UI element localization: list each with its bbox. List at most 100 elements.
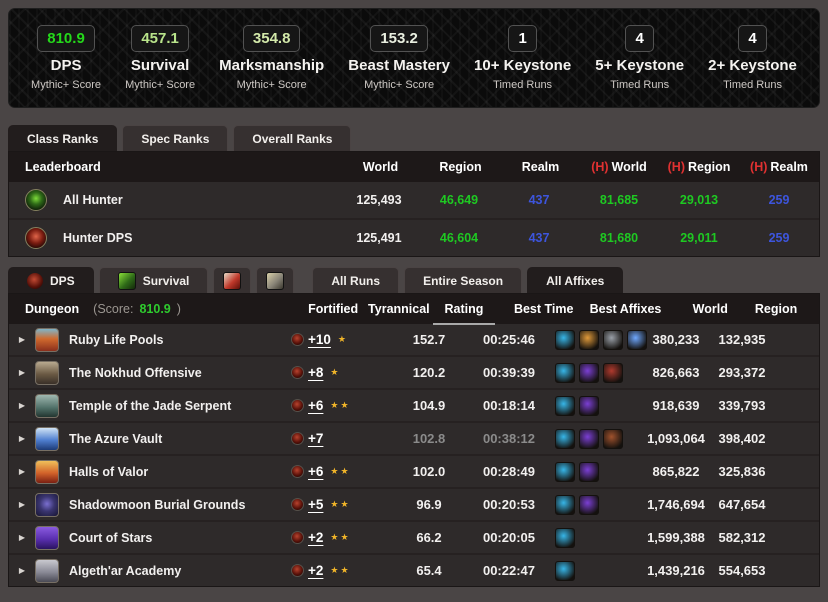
stat-label: Beast Mastery	[348, 57, 450, 74]
fortified-affix-icon	[555, 363, 575, 383]
dungeon-row-halls-of-valor[interactable]: ▶ Halls of Valor +6★★ 102.0 00:28:49 865…	[9, 456, 819, 487]
expand-arrow-icon[interactable]: ▶	[9, 500, 35, 509]
tab-label: All Affixes	[546, 274, 604, 288]
score-value: 4	[635, 30, 643, 47]
dungeon-thumbnail	[35, 460, 59, 484]
dps-role-icon	[291, 432, 304, 445]
stat-label: 5+ Keystone	[595, 57, 684, 74]
score-box: 4	[625, 25, 653, 52]
score-value: 1	[518, 30, 526, 47]
rank-name-cell: All Hunter	[9, 189, 339, 211]
dungeon-row-temple-jade-serpent[interactable]: ▶ Temple of the Jade Serpent +6★★ 104.9 …	[9, 390, 819, 421]
dungeon-row-azure-vault[interactable]: ▶ The Azure Vault +7 102.8 00:38:12 1,09…	[9, 423, 819, 454]
best-affixes-cell	[553, 363, 641, 383]
dungeon-row-shadowmoon-burial-grounds[interactable]: ▶ Shadowmoon Burial Grounds +5★★ 96.9 00…	[9, 489, 819, 520]
stat-label: 10+ Keystone	[474, 57, 571, 74]
col-tyrannical[interactable]: Tyrannical	[368, 302, 428, 316]
tab-overall-ranks[interactable]: Overall Ranks	[233, 125, 351, 151]
dungeon-thumbnail	[35, 559, 59, 583]
dungeon-row-nokhud-offensive[interactable]: ▶ The Nokhud Offensive +8★ 120.2 00:39:3…	[9, 357, 819, 388]
expand-arrow-icon[interactable]: ▶	[9, 401, 35, 410]
best-affixes-cell	[553, 528, 641, 548]
h-realm-rank: 259	[739, 193, 819, 207]
keystone-level: +10	[308, 332, 331, 347]
stat-sublabel: Timed Runs	[723, 79, 782, 91]
expand-arrow-icon[interactable]: ▶	[9, 368, 35, 377]
affix-icon	[579, 495, 599, 515]
h-region-rank: 29,011	[659, 231, 739, 245]
horde-prefix: (H)	[591, 160, 608, 174]
tab-spec-beast-mastery[interactable]	[256, 267, 294, 293]
upgrade-stars: ★★	[330, 565, 350, 576]
world-rank: 918,639	[641, 398, 711, 413]
expand-arrow-icon[interactable]: ▶	[9, 434, 35, 443]
tab-label: Entire Season	[423, 274, 503, 288]
col-label: Realm	[522, 160, 560, 174]
marksmanship-spec-icon	[223, 272, 241, 290]
dps-role-icon	[25, 227, 47, 249]
rank-name: Hunter DPS	[63, 231, 132, 245]
region-rank: 293,372	[711, 365, 773, 380]
expand-arrow-icon[interactable]: ▶	[9, 566, 35, 575]
tab-spec-survival[interactable]: Survival	[99, 267, 209, 293]
ranks-section: Class Ranks Spec Ranks Overall Ranks Lea…	[8, 125, 820, 257]
page: 810.9 DPS Mythic+ Score 457.1 Survival M…	[0, 0, 828, 595]
tab-spec-dps[interactable]: DPS	[8, 267, 94, 293]
col-world[interactable]: World	[675, 302, 745, 316]
score-close: )	[177, 302, 181, 316]
fortified-affix-icon	[555, 396, 575, 416]
dungeon-name: Algeth'ar Academy	[69, 564, 263, 578]
keystone-cell: +6★★	[263, 464, 393, 479]
dungeon-name: The Nokhud Offensive	[69, 366, 263, 380]
dungeon-row-algethar-academy[interactable]: ▶ Algeth'ar Academy +2★★ 65.4 00:22:47 1…	[9, 555, 819, 586]
keystone-level: +8	[308, 365, 323, 380]
dungeon-name: The Azure Vault	[69, 432, 263, 446]
realm-rank: 437	[499, 193, 579, 207]
col-realm: Realm	[499, 160, 579, 174]
tab-all-runs[interactable]: All Runs	[312, 267, 399, 293]
col-rating[interactable]: Rating	[428, 302, 500, 316]
world-rank: 380,233	[641, 332, 711, 347]
rating-value: 96.9	[393, 497, 465, 512]
keystone-level: +2	[308, 563, 323, 578]
dungeon-row-court-of-stars[interactable]: ▶ Court of Stars +2★★ 66.2 00:20:05 1,59…	[9, 522, 819, 553]
dungeon-name: Ruby Life Pools	[69, 333, 263, 347]
rating-value: 65.4	[393, 563, 465, 578]
region-rank: 325,836	[711, 464, 773, 479]
world-rank: 1,746,694	[641, 497, 711, 512]
stat-label: Survival	[131, 57, 189, 74]
col-best-time[interactable]: Best Time	[500, 302, 588, 316]
col-label: World	[612, 160, 647, 174]
expand-arrow-icon[interactable]: ▶	[9, 335, 35, 344]
rank-name: All Hunter	[63, 193, 123, 207]
col-fortified[interactable]: Fortified	[298, 302, 368, 316]
dungeon-thumbnail	[35, 328, 59, 352]
dps-role-icon	[291, 564, 304, 577]
region-rank: 46,649	[419, 193, 499, 207]
h-world-rank: 81,685	[579, 193, 659, 207]
tab-class-ranks[interactable]: Class Ranks	[8, 125, 117, 151]
h-world-rank: 81,680	[579, 231, 659, 245]
col-world: World	[339, 160, 419, 174]
expand-arrow-icon[interactable]: ▶	[9, 533, 35, 542]
fortified-affix-icon	[555, 561, 575, 581]
world-rank: 1,599,388	[641, 530, 711, 545]
expand-arrow-icon[interactable]: ▶	[9, 467, 35, 476]
best-time-value: 00:18:14	[465, 398, 553, 413]
tab-all-affixes[interactable]: All Affixes	[527, 267, 623, 293]
best-affixes-cell	[553, 495, 641, 515]
dungeon-thumbnail	[35, 394, 59, 418]
stat-5plus-keystone: 4 5+ Keystone Timed Runs	[595, 25, 684, 91]
fortified-affix-icon	[555, 330, 575, 350]
tab-label: Overall Ranks	[252, 132, 332, 146]
best-time-value: 00:38:12	[465, 431, 553, 446]
dungeon-row-ruby-life-pools[interactable]: ▶ Ruby Life Pools +10★ 152.7 00:25:46 38…	[9, 324, 819, 355]
col-best-affixes[interactable]: Best Affixes	[588, 302, 676, 316]
tab-spec-marksmanship[interactable]	[213, 267, 251, 293]
fortified-affix-icon	[555, 495, 575, 515]
tab-spec-ranks[interactable]: Spec Ranks	[122, 125, 228, 151]
col-region[interactable]: Region	[745, 302, 807, 316]
tab-entire-season[interactable]: Entire Season	[404, 267, 522, 293]
h-realm-rank: 259	[739, 231, 819, 245]
affix-icon	[579, 429, 599, 449]
